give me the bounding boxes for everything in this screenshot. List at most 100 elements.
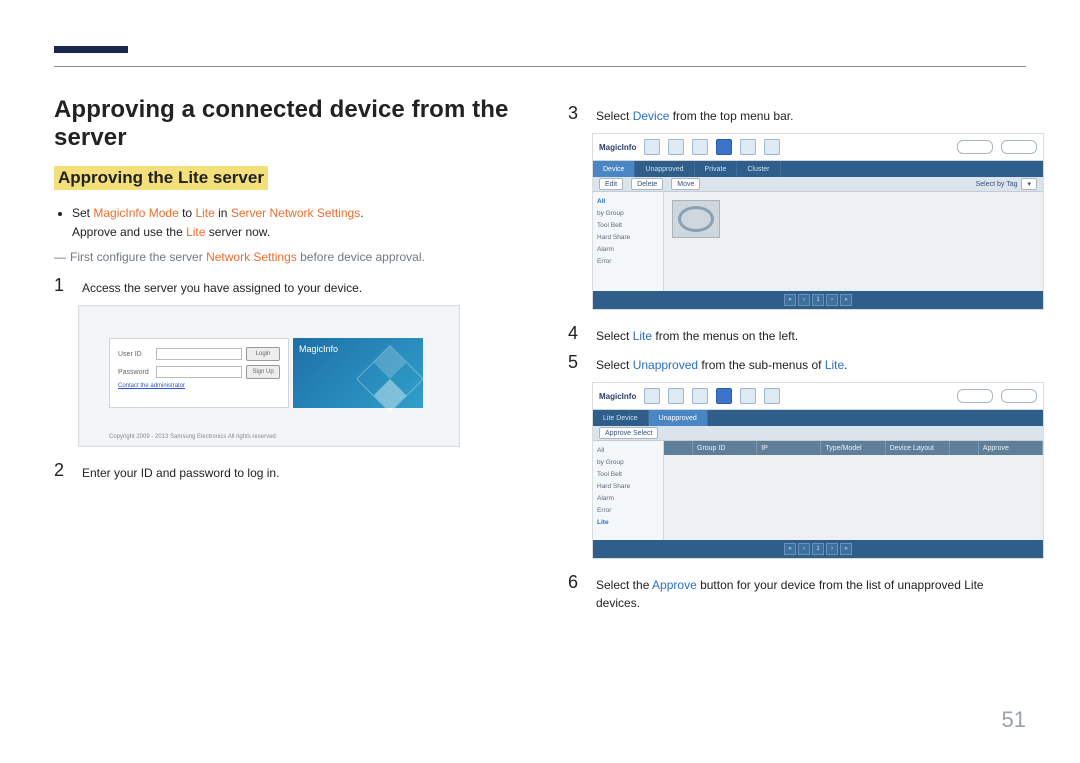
admin-sidebar: All by Group Tool Belt Hard Share Alarm … (593, 441, 664, 540)
sidebar-item[interactable]: All (597, 447, 659, 454)
admin-main (664, 192, 1043, 291)
pager-btn[interactable]: « (784, 543, 796, 555)
step-number: 5 (568, 353, 582, 374)
admin-sidebar: All by Group Tool Belt Hard Share Alarm … (593, 192, 664, 291)
sidebar-item[interactable]: Hard Share (597, 234, 659, 241)
topbar-icon[interactable] (668, 388, 684, 404)
login-copyright: Copyright 2009 - 2013 Samsung Electronic… (109, 434, 276, 440)
tab-private[interactable]: Private (695, 161, 738, 177)
step-2: 2 Enter your ID and password to log in. (54, 461, 512, 482)
sidebar-item[interactable]: by Group (597, 210, 659, 217)
topbar-icon[interactable] (740, 388, 756, 404)
user-id-label: User ID (118, 351, 152, 358)
sidebar-item[interactable]: Tool Belt (597, 471, 659, 478)
admin-topbar: MagicInfo (593, 383, 1043, 410)
step-number: 3 (568, 104, 582, 125)
topbar-pill[interactable] (957, 140, 993, 154)
topbar-icon[interactable] (644, 388, 660, 404)
sidebar-item[interactable]: by Group (597, 459, 659, 466)
sub-btn[interactable]: Move (671, 178, 700, 190)
topbar-pill[interactable] (1001, 389, 1037, 403)
topbar-icon[interactable] (644, 139, 660, 155)
login-row-pass: Password Sign Up (118, 365, 280, 379)
step-3: 3 Select Device from the top menu bar. (568, 104, 1026, 125)
admin-screenshot-device: MagicInfo Device Unapproved Private Clus… (592, 133, 1044, 310)
topbar-icon[interactable] (764, 139, 780, 155)
admin-logo: MagicInfo (599, 392, 636, 401)
sidebar-item-lite[interactable]: Lite (597, 519, 659, 526)
topbar-icon-device[interactable] (716, 388, 732, 404)
sub-btn[interactable]: Edit (599, 178, 623, 190)
sidebar-item[interactable]: Alarm (597, 246, 659, 253)
admin-subbar: Edit Delete Move Select by Tag ▾ (593, 177, 1043, 192)
step-text: Access the server you have assigned to y… (82, 276, 362, 297)
step-number: 6 (568, 573, 582, 612)
topbar-icon[interactable] (740, 139, 756, 155)
col-ip: IP (757, 441, 821, 455)
pager-btn[interactable]: ‹ (798, 294, 810, 306)
left-column: Approving a connected device from the se… (54, 96, 512, 620)
tag-dropdown[interactable]: ▾ (1021, 178, 1037, 190)
kw-approve: Approve (652, 578, 697, 592)
tab-lite-device[interactable]: Lite Device (593, 410, 649, 426)
pager-btn[interactable]: ‹ (798, 543, 810, 555)
contact-admin-link[interactable]: Contact the administrator (118, 383, 280, 389)
tab-device[interactable]: Device (593, 161, 635, 177)
pager-btn[interactable]: › (826, 294, 838, 306)
login-screenshot: User ID Login Password Sign Up Contact t… (78, 305, 460, 447)
topbar-icon[interactable] (692, 139, 708, 155)
admin-pager: « ‹ 1 › » (593, 540, 1043, 558)
pager-btn[interactable]: » (840, 543, 852, 555)
device-thumb[interactable] (672, 200, 720, 238)
topbar-pill[interactable] (1001, 140, 1037, 154)
kw-unapproved: Unapproved (633, 358, 698, 372)
pager-btn[interactable]: 1 (812, 294, 824, 306)
user-id-field[interactable] (156, 348, 242, 360)
password-field[interactable] (156, 366, 242, 378)
admin-screenshot-lite: MagicInfo Lite Device Unapproved Approve… (592, 382, 1044, 559)
approve-select-button[interactable]: Approve Select (599, 427, 658, 439)
sidebar-item[interactable]: Hard Share (597, 483, 659, 490)
pager-btn[interactable]: « (784, 294, 796, 306)
signup-button[interactable]: Sign Up (246, 365, 280, 379)
admin-logo: MagicInfo (599, 143, 636, 152)
kw-network-settings: Network Settings (206, 250, 297, 264)
sub-btn[interactable]: Delete (631, 178, 663, 190)
select-by-tag-label: Select by Tag (976, 181, 1018, 188)
topbar-icon[interactable] (668, 139, 684, 155)
admin-tabs: Device Unapproved Private Cluster (593, 161, 1043, 177)
sidebar-item[interactable]: Error (597, 258, 659, 265)
topbar-icon[interactable] (764, 388, 780, 404)
step-number: 1 (54, 276, 68, 297)
pager-btn[interactable]: » (840, 294, 852, 306)
note-dash-icon: ― (54, 250, 66, 264)
tab-unapproved[interactable]: Unapproved (635, 161, 694, 177)
topbar-pill[interactable] (957, 389, 993, 403)
sidebar-item[interactable]: All (597, 198, 659, 205)
admin-body: All by Group Tool Belt Hard Share Alarm … (593, 192, 1043, 291)
brand-text: MagicInfo (299, 344, 338, 354)
sidebar-item[interactable]: Error (597, 507, 659, 514)
login-card: User ID Login Password Sign Up Contact t… (109, 338, 289, 408)
admin-pager: « ‹ 1 › » (593, 291, 1043, 309)
login-brand-panel: MagicInfo (293, 338, 423, 408)
kw-lite: Lite (633, 329, 652, 343)
pager-btn[interactable]: › (826, 543, 838, 555)
step-text: Select Device from the top menu bar. (596, 104, 793, 125)
topbar-icon-device[interactable] (716, 139, 732, 155)
login-button[interactable]: Login (246, 347, 280, 361)
pager-btn[interactable]: 1 (812, 543, 824, 555)
sidebar-item[interactable]: Alarm (597, 495, 659, 502)
step-text: Select Unapproved from the sub-menus of … (596, 353, 848, 374)
tab-cluster[interactable]: Cluster (737, 161, 780, 177)
lite-tabs: Lite Device Unapproved (593, 410, 1043, 426)
tab-lite-unapproved[interactable]: Unapproved (649, 410, 708, 426)
login-row-user: User ID Login (118, 347, 280, 361)
step-1: 1 Access the server you have assigned to… (54, 276, 512, 297)
col-checkbox (664, 441, 693, 455)
admin-topbar: MagicInfo (593, 134, 1043, 161)
topbar-icon[interactable] (692, 388, 708, 404)
page-title: Approving a connected device from the se… (54, 96, 512, 152)
sidebar-item[interactable]: Tool Belt (597, 222, 659, 229)
col-group: Group ID (693, 441, 757, 455)
